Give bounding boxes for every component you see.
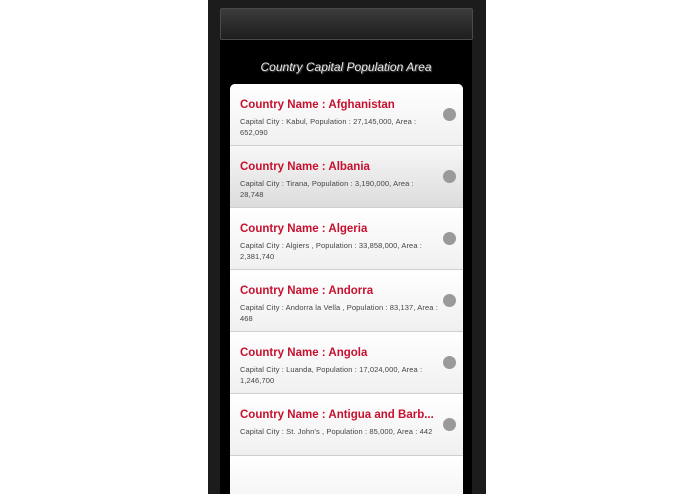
country-details: Capital City : Kabul, Population : 27,14… [240,117,417,137]
device-frame: Country Capital Population Area Country … [208,0,486,494]
chevron-circle-icon [443,232,456,245]
list-item-antigua-and-barbuda[interactable]: Country Name : Antigua and Barb... Capit… [230,394,463,456]
country-details: Capital City : Luanda, Population : 17,0… [240,365,423,385]
app-screen: Country Capital Population Area Country … [220,40,472,494]
country-name-label: Country Name : Antigua and Barb... [240,409,434,421]
list-item-partial[interactable] [230,456,463,494]
chevron-circle-icon [443,108,456,121]
country-details: Capital City : Tirana, Population : 3,19… [240,179,414,199]
chevron-circle-icon [443,356,456,369]
list-item-albania[interactable]: Country Name : Albania Capital City : Ti… [230,146,463,208]
country-name-label: Country Name : Albania [240,161,370,173]
country-details: Capital City : St. John's , Population :… [240,427,433,436]
chevron-circle-icon [443,170,456,183]
country-details: Capital City : Andorra la Vella , Popula… [240,303,438,323]
country-details: Capital City : Algiers , Population : 33… [240,241,422,261]
list-item-afghanistan[interactable]: Country Name : Afghanistan Capital City … [230,84,463,146]
list-item-angola[interactable]: Country Name : Angola Capital City : Lua… [230,332,463,394]
chevron-circle-icon [443,418,456,431]
chevron-circle-icon [443,294,456,307]
country-list: Country Name : Afghanistan Capital City … [230,84,463,494]
list-item-andorra[interactable]: Country Name : Andorra Capital City : An… [230,270,463,332]
top-toolbar [220,8,473,40]
country-name-label: Country Name : Angola [240,347,368,359]
country-name-label: Country Name : Algeria [240,223,368,235]
country-name-label: Country Name : Afghanistan [240,99,395,111]
page-title: Country Capital Population Area [260,60,432,74]
list-item-algeria[interactable]: Country Name : Algeria Capital City : Al… [230,208,463,270]
country-name-label: Country Name : Andorra [240,285,374,297]
